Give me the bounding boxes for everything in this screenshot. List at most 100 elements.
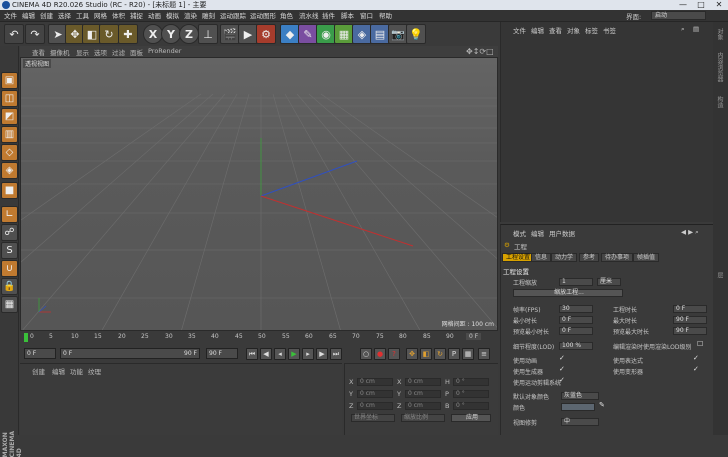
next-key-icon[interactable]: ▶ — [316, 348, 328, 360]
default-color-select[interactable]: 灰蓝色 — [561, 392, 599, 400]
material-menu-create[interactable]: 创建 — [32, 366, 45, 376]
scale-project-button[interactable]: 缩放工程... — [513, 289, 623, 297]
cube-icon[interactable]: ◆ — [280, 24, 300, 44]
rotation-p-field[interactable]: 0 ° — [453, 390, 489, 398]
tab-todo[interactable]: 待办事项 — [601, 253, 634, 262]
size-y-field[interactable]: 0 cm — [405, 390, 441, 398]
light-icon[interactable]: 💡 — [406, 24, 426, 44]
render-picture-viewer-icon[interactable]: ▶ — [238, 24, 258, 44]
close-button[interactable]: ✕ — [710, 0, 728, 10]
menu-script[interactable]: 脚本 — [341, 11, 354, 21]
object-menu-file[interactable]: 文件 — [513, 25, 526, 35]
color-swatch[interactable] — [561, 403, 595, 411]
goto-start-icon[interactable]: ⏮ — [246, 348, 258, 360]
next-frame-icon[interactable]: ▸ — [302, 348, 314, 360]
use-generators-checkbox[interactable]: ✓ — [559, 365, 565, 373]
prev-key-icon[interactable]: ◀ — [260, 348, 272, 360]
attr-menu-edit[interactable]: 编辑 — [531, 228, 544, 238]
viewport-menu-options[interactable]: 选项 — [94, 47, 107, 57]
viewport-menu-filter[interactable]: 过滤 — [112, 47, 125, 57]
render-settings-icon[interactable]: ⚙ — [256, 24, 276, 44]
coord-mode-select[interactable]: 世界坐标 — [351, 414, 395, 422]
position-key-icon[interactable]: ✥ — [406, 348, 418, 360]
floor-icon[interactable]: ▤ — [370, 24, 390, 44]
right-tab-objects[interactable]: 对象 — [715, 28, 724, 40]
record-active-icon[interactable]: ○ — [360, 348, 372, 360]
menu-render[interactable]: 渲染 — [184, 11, 197, 21]
size-x-field[interactable]: 0 cm — [405, 378, 441, 386]
right-tab-layer[interactable]: 层 — [715, 272, 724, 278]
viewport-nav-icons[interactable]: ✥↕⟳□ — [466, 47, 494, 56]
menu-simulate[interactable]: 模拟 — [166, 11, 179, 21]
minimize-button[interactable]: — — [674, 0, 692, 10]
tab-frame-interpolation[interactable]: 帧插值 — [633, 253, 660, 262]
eyedropper-icon[interactable]: ✎ — [599, 401, 605, 409]
y-axis-icon[interactable]: Y — [161, 24, 181, 44]
project-scale-unit[interactable]: 厘米 — [597, 278, 621, 286]
parameter-key-icon[interactable]: P — [448, 348, 460, 360]
material-menu-texture[interactable]: 纹理 — [88, 366, 101, 376]
rotation-key-icon[interactable]: ↻ — [434, 348, 446, 360]
view-clipping-select[interactable]: 中 — [561, 418, 599, 426]
array-icon[interactable]: ▦ — [334, 24, 354, 44]
menu-sculpt[interactable]: 雕刻 — [202, 11, 215, 21]
rotation-b-field[interactable]: 0 ° — [453, 402, 489, 410]
preview-min-field[interactable]: 0 F — [559, 327, 593, 335]
position-z-field[interactable]: 0 cm — [357, 402, 393, 410]
menu-create[interactable]: 创建 — [40, 11, 53, 21]
viewport-menu-view[interactable]: 查看 — [32, 47, 45, 57]
rotation-h-field[interactable]: 0 ° — [453, 378, 489, 386]
object-layer-icon[interactable]: ▤ — [693, 25, 699, 33]
object-menu-view[interactable]: 查看 — [549, 25, 562, 35]
fps-field[interactable]: 30 — [559, 305, 593, 313]
menu-snap[interactable]: 捕捉 — [130, 11, 143, 21]
x-axis-icon[interactable]: X — [143, 24, 163, 44]
menu-pipeline[interactable]: 流水线 — [299, 11, 319, 21]
model-mode-icon[interactable]: ◫ — [1, 90, 18, 107]
end-frame-field[interactable]: 90 F — [206, 348, 238, 359]
viewport-menu-prorender[interactable]: ProRender — [148, 47, 181, 55]
perspective-viewport[interactable]: 透视视图 网格间距 : 100 cm — [20, 57, 498, 331]
attr-menu-userdata[interactable]: 用户数据 — [549, 228, 575, 238]
menu-file[interactable]: 文件 — [4, 11, 17, 21]
position-y-field[interactable]: 0 cm — [357, 390, 393, 398]
material-menu-function[interactable]: 功能 — [70, 366, 83, 376]
max-time-field[interactable]: 90 F — [673, 316, 707, 324]
object-menu-bookmarks[interactable]: 书签 — [603, 25, 616, 35]
current-frame-field[interactable]: 0 F — [24, 348, 56, 359]
play-icon[interactable]: ▶ — [288, 348, 300, 360]
autokey-icon[interactable]: ● — [374, 348, 386, 360]
pla-key-icon[interactable]: ▦ — [462, 348, 474, 360]
undo-icon[interactable]: ↶ — [4, 24, 24, 44]
use-expressions-checkbox[interactable]: ✓ — [693, 354, 699, 362]
menu-character[interactable]: 角色 — [280, 11, 293, 21]
subdivision-icon[interactable]: ◉ — [316, 24, 336, 44]
z-axis-icon[interactable]: Z — [179, 24, 199, 44]
tab-info[interactable]: 信息 — [531, 253, 552, 262]
tab-dynamics[interactable]: 动力学 — [551, 253, 578, 262]
workplane-lock-icon[interactable]: ▦ — [1, 296, 18, 313]
object-menu-objects[interactable]: 对象 — [567, 25, 580, 35]
timeline-menu-icon[interactable]: ≡ — [478, 348, 490, 360]
timeline-playhead[interactable] — [24, 333, 28, 342]
last-tool-icon[interactable]: ✚ — [118, 24, 138, 44]
menu-mesh[interactable]: 网格 — [94, 11, 107, 21]
render-lod-checkbox[interactable]: ☐ — [697, 340, 703, 348]
object-menu-tags[interactable]: 标签 — [585, 25, 598, 35]
pen-icon[interactable]: ✎ — [298, 24, 318, 44]
project-scale-field[interactable]: 1 — [559, 278, 593, 286]
layout-select[interactable]: 启动 — [651, 11, 706, 20]
lock-icon[interactable]: 🔒 — [1, 278, 18, 295]
viewport-menu-panel[interactable]: 面板 — [130, 47, 143, 57]
preview-range-slider[interactable]: 0 F 90 F — [60, 348, 200, 359]
tweak-icon[interactable]: ☍ — [1, 224, 18, 241]
viewport-menu-camera[interactable]: 摄像机 — [50, 47, 70, 57]
menu-window[interactable]: 窗口 — [360, 11, 373, 21]
menu-tools[interactable]: 工具 — [76, 11, 89, 21]
attr-menu-mode[interactable]: 模式 — [513, 228, 526, 238]
tab-project-settings[interactable]: 工程设置 — [502, 253, 535, 262]
menu-volume[interactable]: 体积 — [112, 11, 125, 21]
menu-motion-tracking[interactable]: 运动跟踪 — [220, 11, 246, 21]
min-time-field[interactable]: 0 F — [559, 316, 593, 324]
apply-button[interactable]: 应用 — [451, 414, 491, 422]
